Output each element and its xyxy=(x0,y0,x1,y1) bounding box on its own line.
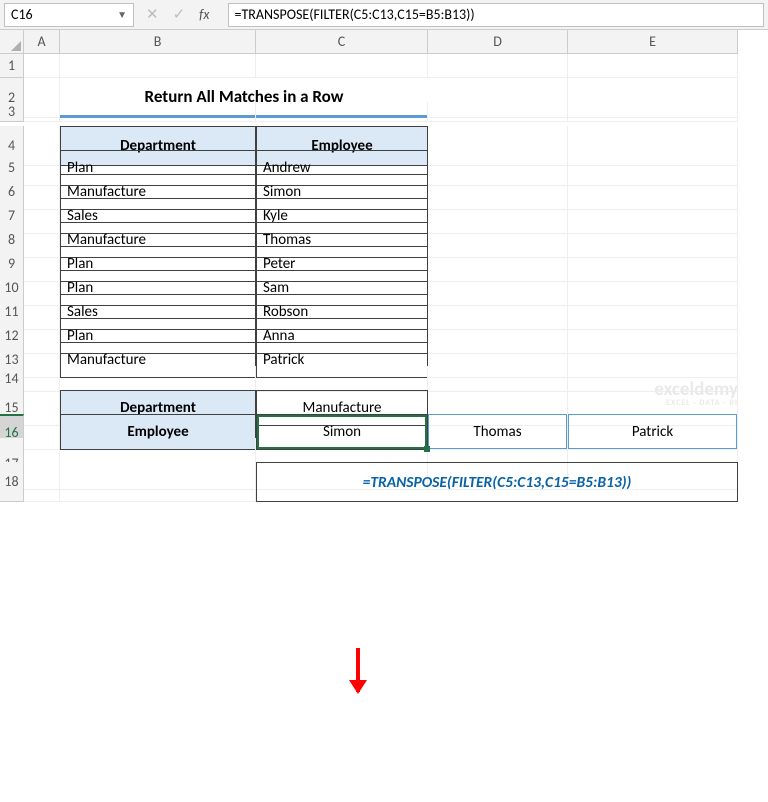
name-box-dropdown-icon[interactable]: ▼ xyxy=(117,8,127,21)
cell-d14[interactable] xyxy=(428,366,568,392)
select-all-corner[interactable] xyxy=(0,30,24,54)
cell-b3[interactable] xyxy=(60,102,256,122)
cancel-icon[interactable]: ✕ xyxy=(146,5,159,24)
colhead-d[interactable]: D xyxy=(428,30,568,54)
colhead-b[interactable]: B xyxy=(60,30,256,54)
watermark: exceldemy EXCEL · DATA · BI xyxy=(654,380,738,407)
enter-icon[interactable]: ✓ xyxy=(173,5,186,24)
formula-display-text: =TRANSPOSE(FILTER(C5:C13,C15=B5:B13)) xyxy=(363,473,632,492)
cell-b14[interactable] xyxy=(60,366,256,392)
fx-icon[interactable]: fx xyxy=(199,6,209,23)
cell-a3[interactable] xyxy=(24,102,60,122)
watermark-tag: EXCEL · DATA · BI xyxy=(654,399,738,407)
spreadsheet-grid[interactable]: A B C D E 1 2 Return All Matches in a Ro… xyxy=(0,30,768,486)
formula-display-box[interactable]: =TRANSPOSE(FILTER(C5:C13,C15=B5:B13)) xyxy=(256,462,738,502)
name-box[interactable]: C16 ▼ xyxy=(4,3,134,27)
cell-b1[interactable] xyxy=(60,54,256,78)
rowhead-1[interactable]: 1 xyxy=(0,54,24,78)
cell-a1[interactable] xyxy=(24,54,60,78)
cell-d1[interactable] xyxy=(428,54,568,78)
formula-bar-value: =TRANSPOSE(FILTER(C5:C13,C15=B5:B13)) xyxy=(235,6,475,23)
name-box-ref: C16 xyxy=(11,6,33,23)
cell-b18[interactable] xyxy=(60,462,256,502)
rowhead-14[interactable]: 14 xyxy=(0,366,24,392)
rowhead-3[interactable]: 3 xyxy=(0,102,24,122)
cell-a14[interactable] xyxy=(24,366,60,392)
cell-c1[interactable] xyxy=(256,54,428,78)
cell-c16-active[interactable]: Simon xyxy=(256,414,428,450)
cell-e3[interactable] xyxy=(568,102,738,122)
colhead-e[interactable]: E xyxy=(568,30,738,54)
formula-bar-buttons: ✕ ✓ fx xyxy=(146,5,216,24)
colhead-c[interactable]: C xyxy=(256,30,428,54)
colhead-a[interactable]: A xyxy=(24,30,60,54)
cell-e1[interactable] xyxy=(568,54,738,78)
cell-a18[interactable] xyxy=(24,462,60,502)
cell-d3[interactable] xyxy=(428,102,568,122)
cell-c3[interactable] xyxy=(256,102,428,122)
red-arrow-icon xyxy=(356,648,360,692)
formula-bar-row: C16 ▼ ✕ ✓ fx =TRANSPOSE(FILTER(C5:C13,C1… xyxy=(0,0,768,30)
cell-c14[interactable] xyxy=(256,366,428,392)
formula-bar-input[interactable]: =TRANSPOSE(FILTER(C5:C13,C15=B5:B13)) xyxy=(228,3,765,27)
rowhead-18[interactable]: 18 xyxy=(0,462,24,502)
